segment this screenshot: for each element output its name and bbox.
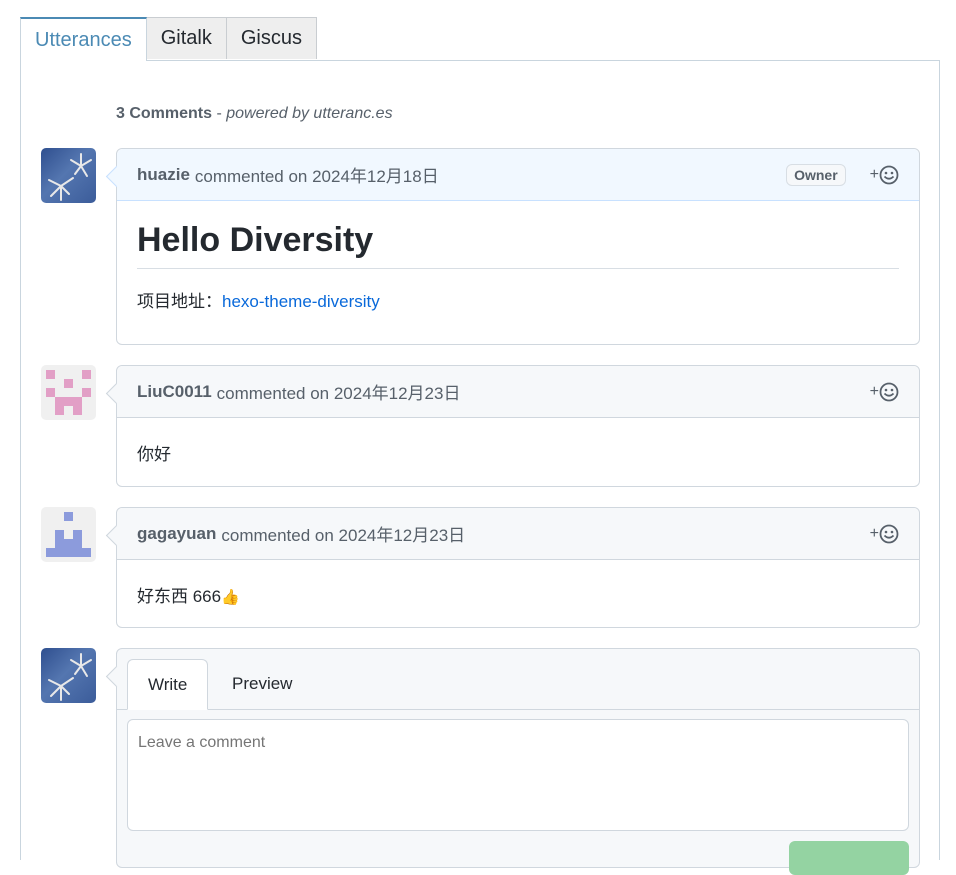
- comment-author[interactable]: LiuC0011: [137, 382, 212, 402]
- thumbs-up-emoji: 👍: [221, 589, 240, 606]
- add-reaction-button[interactable]: +: [870, 524, 899, 544]
- identicon-pink: [46, 370, 91, 415]
- comment-system-tabs: Utterances Gitalk Giscus: [20, 17, 317, 61]
- comment-header: huazie commented on 2024年12月18日 Owner +: [117, 149, 919, 201]
- identicon-blue: [46, 512, 91, 557]
- avatar[interactable]: [41, 507, 96, 562]
- plus-label: +: [869, 524, 879, 542]
- add-reaction-button[interactable]: +: [870, 382, 899, 402]
- project-link[interactable]: hexo-theme-diversity: [222, 292, 380, 311]
- project-label: 项目地址：: [137, 292, 222, 311]
- plus-label: +: [869, 165, 879, 183]
- comment-textarea[interactable]: [127, 719, 909, 831]
- comment-submit-button[interactable]: [789, 841, 909, 875]
- powered-by-link[interactable]: powered by utteranc.es: [226, 105, 392, 122]
- comment-heading: Hello Diversity: [137, 221, 899, 269]
- comment-2: LiuC0011 commented on 2024年12月23日 + 你好: [105, 365, 920, 487]
- tab-preview[interactable]: Preview: [212, 659, 312, 709]
- comment-author[interactable]: huazie: [137, 165, 190, 185]
- comment-body: Hello Diversity 项目地址：hexo-theme-diversit…: [117, 201, 919, 332]
- tab-utterances[interactable]: Utterances: [20, 17, 147, 61]
- comment-body: 你好: [137, 445, 171, 464]
- comment-count: 3 Comments - powered by utteranc.es: [116, 105, 393, 123]
- tab-giscus[interactable]: Giscus: [225, 17, 317, 59]
- comment-text: 好东西 666: [137, 587, 222, 606]
- new-comment-editor: Write Preview: [105, 648, 920, 875]
- comment-header: gagayuan commented on 2024年12月23日 +: [117, 508, 919, 560]
- avatar[interactable]: [41, 648, 96, 703]
- separator: -: [212, 105, 227, 122]
- comment-body: 好东西 666👍: [117, 560, 919, 627]
- smiley-icon: [879, 165, 899, 184]
- plus-label: +: [869, 382, 879, 400]
- owner-badge: Owner: [786, 163, 846, 186]
- comment-3: gagayuan commented on 2024年12月23日 + 好东西 …: [105, 507, 920, 628]
- tab-gitalk[interactable]: Gitalk: [145, 17, 227, 59]
- avatar[interactable]: [41, 148, 96, 203]
- smiley-icon: [879, 382, 899, 401]
- comment-header: LiuC0011 commented on 2024年12月23日 +: [117, 366, 919, 418]
- comment-date[interactable]: commented on 2024年12月18日: [195, 162, 439, 187]
- comment-date[interactable]: commented on 2024年12月23日: [217, 379, 461, 404]
- starfish-avatar-image: [48, 653, 92, 701]
- tab-write[interactable]: Write: [127, 659, 209, 710]
- comment-count-label: 3 Comments: [116, 105, 213, 122]
- avatar[interactable]: [41, 365, 96, 420]
- comment-1: huazie commented on 2024年12月18日 Owner + …: [105, 148, 920, 345]
- smiley-icon: [879, 524, 899, 543]
- starfish-avatar-image: [48, 153, 92, 201]
- editor-tabs: Write Preview: [117, 649, 919, 710]
- comment-date[interactable]: commented on 2024年12月23日: [221, 521, 465, 546]
- add-reaction-button[interactable]: +: [870, 165, 899, 185]
- comment-author[interactable]: gagayuan: [137, 524, 216, 544]
